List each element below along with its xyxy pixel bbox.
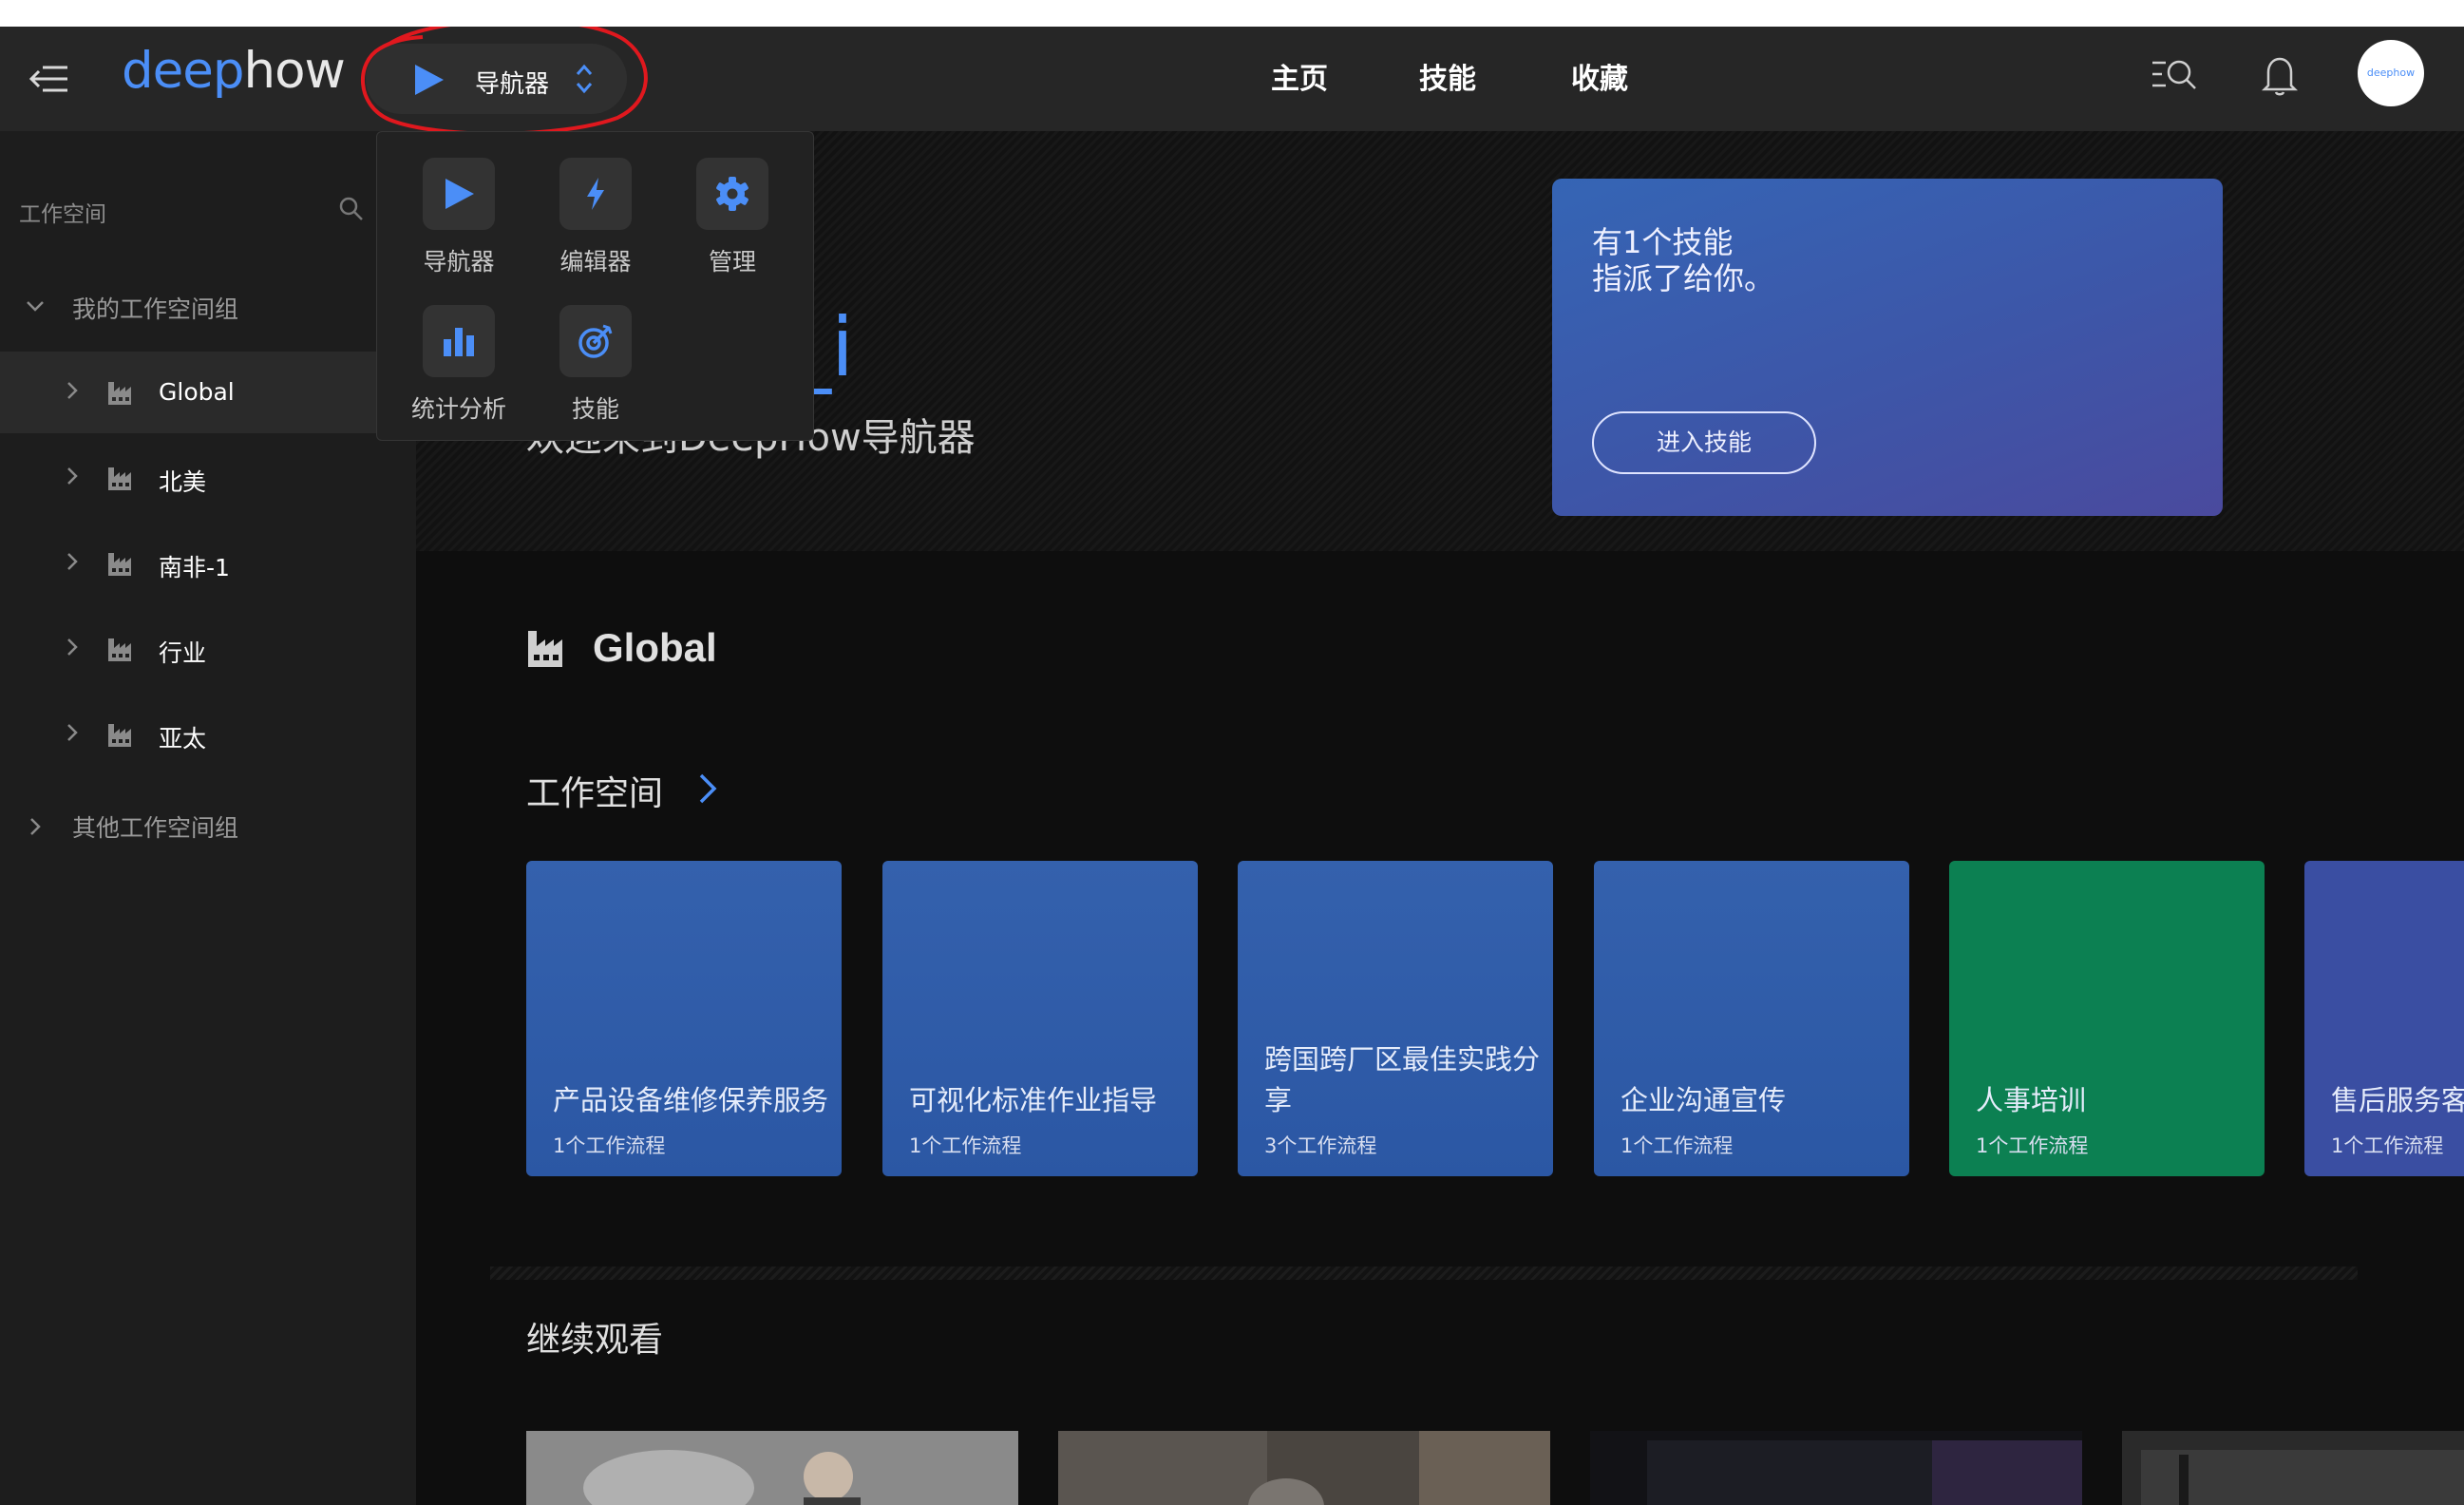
app-switcher-label: 导航器: [475, 70, 550, 99]
menu-item-label: 导航器: [423, 248, 495, 276]
chevron-right-icon: [67, 724, 78, 741]
assigned-skill-card: 有1个技能 指派了给你。 进入技能: [1552, 179, 2223, 516]
factory-icon: [108, 553, 131, 576]
sidebar-item-label: 北美: [159, 468, 207, 496]
chevron-down-icon: [27, 301, 44, 312]
menu-item-navigator[interactable]: 导航器: [402, 158, 516, 291]
app-switcher-menu: 导航器 编辑器 管理 统计分析 技能: [376, 131, 814, 441]
bolt-icon: [587, 178, 604, 210]
workspace-card-count: 1个工作流程: [2331, 1134, 2444, 1157]
video-thumbnail-image: [1590, 1431, 2082, 1505]
menu-item-label: 管理: [708, 248, 756, 276]
tab-home[interactable]: 主页: [1271, 55, 1328, 97]
factory-icon: [528, 631, 562, 667]
menu-item-label: 统计分析: [410, 395, 506, 423]
factory-icon: [108, 638, 131, 661]
video-thumbnail[interactable]: [526, 1431, 1018, 1505]
workspaces-heading[interactable]: 工作空间: [526, 766, 663, 815]
workspace-card[interactable]: 企业沟通宣传 1个工作流程: [1594, 861, 1909, 1176]
workspace-card-count: 1个工作流程: [553, 1134, 666, 1157]
workspace-card-count: 3个工作流程: [1264, 1134, 1377, 1157]
workspace-search-label[interactable]: 工作空间: [19, 196, 106, 228]
menu-item-analytics[interactable]: 统计分析: [402, 305, 516, 438]
factory-icon: [108, 382, 131, 405]
workspace-card[interactable]: 可视化标准作业指导 1个工作流程: [882, 861, 1198, 1176]
factory-icon: [108, 467, 131, 490]
avatar[interactable]: deephow: [2358, 40, 2424, 106]
workspace-card[interactable]: 售后服务客 1个工作流程: [2304, 861, 2464, 1176]
video-thumbnail[interactable]: [1058, 1431, 1550, 1505]
skill-card-line2: 指派了给你。: [1592, 260, 1775, 296]
search-icon[interactable]: [337, 195, 366, 223]
workspace-card-count: 1个工作流程: [1621, 1134, 1734, 1157]
tab-favorites[interactable]: 收藏: [1571, 55, 1628, 97]
menu-item-label: 编辑器: [559, 248, 632, 276]
search-icon[interactable]: [2151, 55, 2198, 95]
sidebar-item-apac[interactable]: 亚太: [0, 694, 416, 775]
video-thumbnail-image: [526, 1431, 1018, 1505]
section-divider: [490, 1267, 2358, 1280]
sidebar-item-global[interactable]: Global: [0, 352, 416, 433]
workspace-card[interactable]: 产品设备维修保养服务 1个工作流程: [526, 861, 842, 1176]
video-thumbnail-image: [2122, 1431, 2464, 1505]
chevron-right-icon: [30, 818, 41, 835]
chevron-right-icon: [67, 467, 78, 485]
menu-item-editor[interactable]: 编辑器: [539, 158, 653, 291]
workspace-card[interactable]: 人事培训 1个工作流程: [1949, 861, 2265, 1176]
menu-item-admin[interactable]: 管理: [675, 158, 789, 291]
workspace-card-name: 可视化标准作业指导: [909, 1084, 1158, 1116]
chevron-right-icon: [67, 382, 78, 399]
sidebar-item-label: 亚太: [159, 725, 207, 752]
app-switcher-button[interactable]: 导航器: [366, 44, 627, 114]
workspace-card-name: 跨国跨厂区最佳实践分享: [1264, 1043, 1541, 1116]
workspace-card-name: 人事培训: [1976, 1084, 2087, 1116]
workspace-card-name: 产品设备维修保养服务: [553, 1084, 829, 1116]
top-bar: deephow 导航器 主页 技能 收藏 deephow: [0, 27, 2464, 136]
bell-icon[interactable]: [2261, 53, 2299, 97]
workspace-card-name: 售后服务客: [2331, 1084, 2464, 1116]
play-icon: [415, 65, 444, 95]
app-window: deephow 导航器 主页 技能 收藏 deephow 工作空间 我的工作空间…: [0, 27, 2464, 1505]
menu-item-label: 技能: [571, 395, 619, 423]
sidebar-item-label: 南非-1: [159, 554, 230, 581]
sidebar-item-industry[interactable]: 行业: [0, 608, 416, 690]
menu-item-skills[interactable]: 技能: [539, 305, 653, 438]
sidebar-group-label: 我的工作空间组: [72, 295, 239, 323]
section-title: Global: [593, 625, 717, 670]
chevron-right-icon: [67, 553, 78, 570]
deephow-logo[interactable]: deephow: [122, 42, 346, 100]
workspace-card[interactable]: 跨国跨厂区最佳实践分享 3个工作流程: [1238, 861, 1553, 1176]
collapse-sidebar-icon[interactable]: [24, 53, 75, 105]
workspace-card-count: 1个工作流程: [1976, 1134, 2089, 1157]
sidebar: 工作空间 我的工作空间组 Global 北美 南非-1 行业 亚太 其他工作空间…: [0, 131, 416, 1505]
sidebar-item-south-africa[interactable]: 南非-1: [0, 523, 416, 604]
video-thumbnail[interactable]: [2122, 1431, 2464, 1505]
video-thumbnail[interactable]: [1590, 1431, 2082, 1505]
sidebar-item-north-america[interactable]: 北美: [0, 437, 416, 519]
sidebar-item-label: 行业: [159, 639, 207, 667]
factory-icon: [108, 724, 131, 747]
video-thumbnail-image: [1058, 1431, 1550, 1505]
tab-skills[interactable]: 技能: [1419, 55, 1476, 97]
workspace-card-count: 1个工作流程: [909, 1134, 1022, 1157]
play-icon: [445, 179, 474, 209]
sidebar-item-label: Global: [159, 378, 235, 406]
target-icon: [578, 324, 613, 358]
sidebar-group-mine[interactable]: 我的工作空间组: [0, 277, 416, 334]
sidebar-group-other[interactable]: 其他工作空间组: [0, 796, 416, 853]
chevron-right-icon: [67, 638, 78, 656]
sidebar-group-label: 其他工作空间组: [72, 814, 239, 842]
chevron-right-icon[interactable]: [693, 770, 722, 808]
chevron-updown-icon: [576, 64, 593, 94]
workspace-card-name: 企业沟通宣传: [1621, 1084, 1787, 1116]
continue-watching-heading: 继续观看: [526, 1321, 664, 1360]
bar-chart-icon: [444, 328, 474, 356]
gear-icon: [716, 177, 749, 211]
enter-skills-button[interactable]: 进入技能: [1592, 411, 1816, 474]
